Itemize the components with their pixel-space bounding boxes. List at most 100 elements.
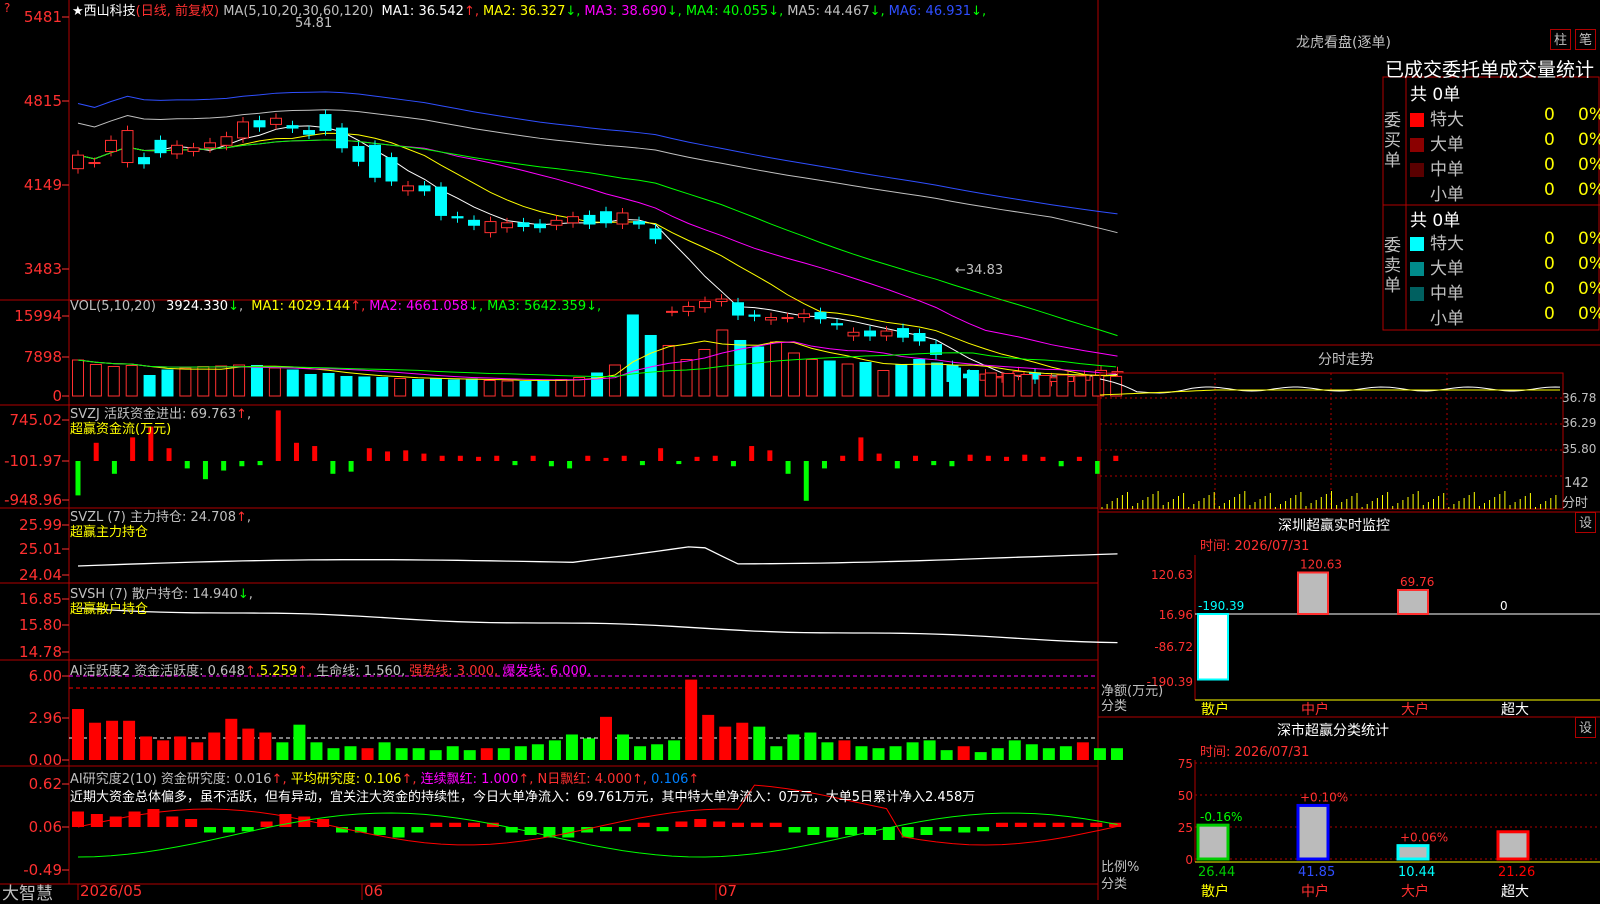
ai-research-header: AI研究度2(10) 资金研究度: 0.016↑, 平均研究度: 0.106↑,… — [70, 772, 700, 787]
activity-bar — [957, 746, 970, 760]
candle-body — [336, 127, 348, 149]
fenshi-title[interactable]: 分时走势 — [1318, 349, 1374, 369]
cls-change-label: -0.16% — [1200, 810, 1242, 824]
sz-bar-value: 120.63 — [1300, 557, 1342, 571]
volume-bar — [340, 375, 353, 397]
candle-body — [319, 114, 332, 132]
ma-legend-arrow: ↑, — [463, 4, 479, 19]
y-tick-label: 0 — [52, 387, 62, 405]
activity-bar — [157, 740, 170, 760]
volume-bar — [483, 379, 496, 397]
ma-legend: MA1: 36.542↑, MA2: 36.327↓, MA3: 38.690↓, M… — [378, 4, 987, 19]
tick-mode-button[interactable]: 笔 — [1575, 29, 1596, 50]
research-bar — [128, 811, 141, 827]
candle-body — [633, 221, 645, 225]
research-bar — [656, 827, 669, 832]
fund-flow-bar — [548, 461, 554, 467]
low-price-label: ←34.83 — [955, 263, 1003, 278]
candle-body — [204, 142, 216, 149]
volume-bar — [1074, 375, 1087, 397]
research-bar — [1052, 822, 1065, 827]
activity-bar — [395, 748, 408, 760]
fund-flow-bar — [712, 455, 718, 461]
y-tick-label: -0.49 — [23, 861, 62, 879]
bar-mode-button[interactable]: 柱 — [1550, 29, 1571, 50]
activity-bar — [361, 748, 374, 760]
svzl-arrow: ↑ — [235, 510, 247, 525]
order-row-label: 中单 — [1430, 284, 1464, 304]
activity-bar — [259, 732, 272, 760]
candle-body — [171, 144, 183, 155]
fund-flow-bar — [385, 451, 391, 461]
vol-legend-item: MA3: 5642.359 — [487, 299, 587, 314]
sz-y-tick: -86.72 — [1154, 640, 1193, 654]
research-bar — [920, 827, 933, 835]
activity-bar — [872, 748, 885, 760]
volume-bar — [859, 361, 872, 397]
y-tick-label: 14.78 — [19, 643, 62, 661]
svsh-sub: 超赢散户持仓 — [70, 602, 149, 617]
svzj-plot — [75, 410, 1119, 501]
volume-bar — [877, 369, 890, 397]
volume-bar — [89, 363, 102, 397]
main-chart-canvas: 5481 4815 4149 3483 15994 7898 0 745.02 -101.97 -… — [0, 0, 1600, 900]
fund-flow-bar — [1022, 454, 1028, 461]
research-bar — [185, 819, 198, 827]
sz-y-tick: 120.63 — [1151, 568, 1193, 582]
y-tick-label: -948.96 — [4, 491, 62, 509]
y-tick-label: 5481 — [24, 8, 62, 26]
volume-bar — [555, 378, 568, 397]
activity-bar — [617, 734, 630, 760]
fund-flow-bar — [75, 461, 81, 496]
candle-body — [451, 216, 464, 219]
volume-bar — [233, 364, 246, 397]
activity-bar — [838, 740, 851, 760]
fund-flow-bar — [876, 453, 882, 461]
volume-bar — [465, 378, 478, 397]
app-logo: 大智慧 — [2, 884, 53, 904]
candle-body — [847, 331, 860, 337]
cls-settings-button[interactable]: 设 — [1575, 717, 1596, 738]
fund-flow-bar — [202, 461, 208, 480]
cls-bar — [1196, 823, 1230, 861]
candle-body — [666, 310, 678, 313]
sz-cat-label: 分类 — [1101, 699, 1128, 714]
ma-legend-item: MA4: 40.055 — [685, 4, 769, 19]
fund-flow-bar — [785, 461, 791, 474]
vol-legend: MA1: 4029.144↑, MA2: 4661.058↓, MA3: 5642.… — [247, 299, 601, 314]
activity-bar — [582, 738, 595, 760]
ma-def: MA(5,10,20,30,60,120) — [223, 4, 374, 19]
research-bar — [958, 827, 971, 833]
period-label[interactable]: (日线, 前复权) — [136, 4, 219, 19]
x-axis-label: 06 — [364, 882, 383, 900]
svzj-sub: 超赢资金流(万元) — [70, 422, 172, 437]
activity-bar — [548, 740, 561, 760]
y-tick-label: 0.00 — [29, 751, 62, 769]
ma-legend-item: MA5: 44.467 — [787, 4, 870, 19]
candle-body — [567, 216, 579, 224]
star-icon[interactable]: ★ — [72, 4, 84, 19]
x-axis-label: 07 — [718, 882, 737, 900]
order-row-count: 0 — [1544, 254, 1555, 274]
candle-body — [814, 312, 827, 320]
volume-bar — [823, 360, 836, 397]
order-row-中单: 中单 0 0% — [1410, 155, 1600, 180]
candle-body — [649, 228, 662, 240]
fund-flow-bar — [621, 455, 627, 461]
research-bar — [977, 827, 990, 832]
activity-bar — [429, 750, 442, 760]
sz-settings-button[interactable]: 设 — [1575, 512, 1596, 533]
sz-monitor-title: 深圳超赢实时监控 — [1278, 518, 1390, 534]
activity-bar — [1008, 740, 1021, 760]
candle-body — [286, 125, 299, 129]
order-row-count: 0 — [1544, 155, 1555, 175]
candle-body — [253, 120, 266, 128]
volume-bar — [143, 374, 156, 397]
order-row-count: 0 — [1544, 279, 1555, 299]
corner-mark[interactable]: ? — [4, 1, 10, 15]
order-stats-tabs[interactable]: 已成交委托单成交量统计 — [1385, 55, 1594, 82]
research-bar — [222, 827, 235, 833]
activity-bar — [1110, 748, 1123, 760]
volume-bar — [770, 341, 783, 397]
activity-bar — [770, 746, 783, 760]
